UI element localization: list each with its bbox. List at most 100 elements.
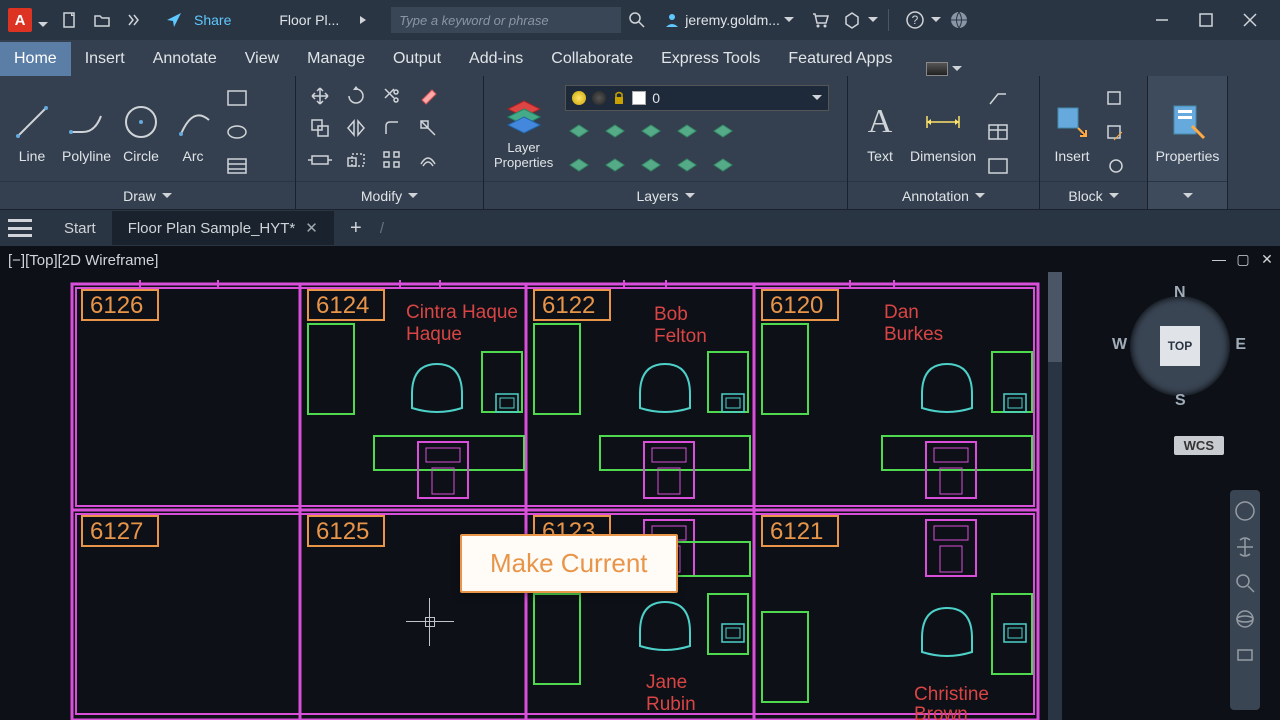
vertical-scrollbar[interactable] xyxy=(1048,272,1062,720)
scrollbar-thumb[interactable] xyxy=(1048,272,1062,362)
nav-zoom-icon[interactable] xyxy=(1234,572,1256,594)
tool-dimension[interactable]: Dimension xyxy=(910,100,976,164)
close-tab-icon[interactable]: ✕ xyxy=(305,220,318,237)
nav-orbit-icon[interactable] xyxy=(1234,608,1256,630)
tool-stretch[interactable] xyxy=(306,146,334,174)
layer-tool-7[interactable] xyxy=(601,151,629,179)
file-tabs-menu-icon[interactable] xyxy=(8,219,32,237)
tool-trim[interactable] xyxy=(378,82,406,110)
viewcube-south[interactable]: S xyxy=(1175,392,1186,410)
layer-tool-8[interactable] xyxy=(637,151,665,179)
drawing-viewport[interactable]: [−][Top][2D Wireframe] — ▢ ✕ 6126 6124 6… xyxy=(0,246,1280,720)
panel-label-props[interactable] xyxy=(1148,181,1227,209)
panel-label-draw[interactable]: Draw xyxy=(0,181,295,209)
tool-attribute[interactable] xyxy=(1102,152,1130,180)
panel-label-modify[interactable]: Modify xyxy=(296,181,483,209)
wcs-badge[interactable]: WCS xyxy=(1174,436,1224,455)
viewcube-north[interactable]: N xyxy=(1174,284,1186,302)
vp-minimize-icon[interactable]: — xyxy=(1212,252,1226,266)
tool-rectangle[interactable] xyxy=(223,84,251,112)
tool-insert-block[interactable]: Insert xyxy=(1050,100,1094,164)
layer-tool-10[interactable] xyxy=(709,151,737,179)
layer-tool-4[interactable] xyxy=(673,117,701,145)
tool-leader[interactable] xyxy=(984,84,1012,112)
tab-annotate[interactable]: Annotate xyxy=(139,42,231,76)
search-icon[interactable] xyxy=(627,10,647,30)
app-store-icon[interactable] xyxy=(842,10,862,30)
tool-line[interactable]: Line xyxy=(10,100,54,164)
layer-tool-3[interactable] xyxy=(637,117,665,145)
tool-mtext[interactable] xyxy=(984,152,1012,180)
tab-addins[interactable]: Add-ins xyxy=(455,42,537,76)
tool-fillet[interactable] xyxy=(378,114,406,142)
tool-ellipse[interactable] xyxy=(223,118,251,146)
tool-create-block[interactable] xyxy=(1102,84,1130,112)
tool-hatch[interactable] xyxy=(223,152,251,180)
minimize-button[interactable] xyxy=(1154,12,1170,28)
vp-close-icon[interactable]: ✕ xyxy=(1260,252,1274,266)
tab-featured[interactable]: Featured Apps xyxy=(774,42,906,76)
doc-title-more-icon[interactable] xyxy=(353,10,373,30)
layer-tool-1[interactable] xyxy=(565,117,593,145)
viewport-label[interactable]: [−][Top][2D Wireframe] xyxy=(8,252,158,269)
chevron-down-icon[interactable] xyxy=(868,17,878,23)
workspace-switcher[interactable] xyxy=(926,62,962,76)
tool-array[interactable] xyxy=(378,146,406,174)
tool-rotate[interactable] xyxy=(342,82,370,110)
cart-icon[interactable] xyxy=(810,10,830,30)
tab-collaborate[interactable]: Collaborate xyxy=(537,42,647,76)
drawing-canvas[interactable]: 6126 6124 6122 6120 6127 6125 6123 6121 … xyxy=(0,272,1056,720)
viewcube-west[interactable]: W xyxy=(1112,336,1127,354)
tool-edit-block[interactable] xyxy=(1102,118,1130,146)
tab-home[interactable]: Home xyxy=(0,42,71,76)
qat-more-icon[interactable] xyxy=(124,10,144,30)
nav-showmotion-icon[interactable] xyxy=(1234,644,1256,666)
doc-tab-file[interactable]: Floor Plan Sample_HYT*✕ xyxy=(112,211,334,245)
tab-insert[interactable]: Insert xyxy=(71,42,139,76)
tool-polyline[interactable]: Polyline xyxy=(62,100,111,164)
tool-mirror[interactable] xyxy=(342,114,370,142)
layer-tool-2[interactable] xyxy=(601,117,629,145)
app-menu-dropdown[interactable] xyxy=(38,15,48,25)
panel-label-annotation[interactable]: Annotation xyxy=(848,181,1039,209)
globe-icon[interactable] xyxy=(949,10,969,30)
new-file-icon[interactable] xyxy=(60,10,80,30)
tool-arc[interactable]: Arc xyxy=(171,100,215,164)
vp-maximize-icon[interactable]: ▢ xyxy=(1236,252,1250,266)
layer-selector[interactable]: 0 xyxy=(565,85,829,111)
tool-table[interactable] xyxy=(984,118,1012,146)
doc-tab-start[interactable]: Start xyxy=(48,212,112,245)
share-label[interactable]: Share xyxy=(194,12,231,28)
layer-tool-6[interactable] xyxy=(565,151,593,179)
tool-offset[interactable] xyxy=(414,146,442,174)
tab-express[interactable]: Express Tools xyxy=(647,42,774,76)
tab-view[interactable]: View xyxy=(231,42,293,76)
close-button[interactable] xyxy=(1242,12,1258,28)
viewcube-top[interactable]: TOP xyxy=(1160,326,1200,366)
tab-manage[interactable]: Manage xyxy=(293,42,379,76)
help-icon[interactable]: ? xyxy=(905,10,925,30)
viewcube-east[interactable]: E xyxy=(1235,336,1246,354)
layer-tool-9[interactable] xyxy=(673,151,701,179)
search-input[interactable]: Type a keyword or phrase xyxy=(391,7,621,33)
panel-label-block[interactable]: Block xyxy=(1040,181,1147,209)
chevron-down-icon[interactable] xyxy=(931,17,941,23)
tool-circle[interactable]: Circle xyxy=(119,100,163,164)
viewcube[interactable]: TOP N S E W xyxy=(1120,286,1240,406)
new-tab-button[interactable]: + xyxy=(342,214,370,242)
panel-label-layers[interactable]: Layers xyxy=(484,181,847,209)
user-menu[interactable]: jeremy.goldm... xyxy=(663,11,794,29)
share-icon[interactable] xyxy=(164,10,184,30)
tool-scale[interactable] xyxy=(342,146,370,174)
tool-erase[interactable] xyxy=(414,82,442,110)
nav-pan-icon[interactable] xyxy=(1234,536,1256,558)
tool-move[interactable] xyxy=(306,82,334,110)
tab-output[interactable]: Output xyxy=(379,42,455,76)
open-file-icon[interactable] xyxy=(92,10,112,30)
layer-tool-5[interactable] xyxy=(709,117,737,145)
maximize-button[interactable] xyxy=(1198,12,1214,28)
tool-copy[interactable] xyxy=(306,114,334,142)
nav-wheel-icon[interactable] xyxy=(1234,500,1256,522)
tool-properties[interactable]: Properties xyxy=(1156,100,1220,164)
app-logo[interactable]: A xyxy=(8,8,32,32)
